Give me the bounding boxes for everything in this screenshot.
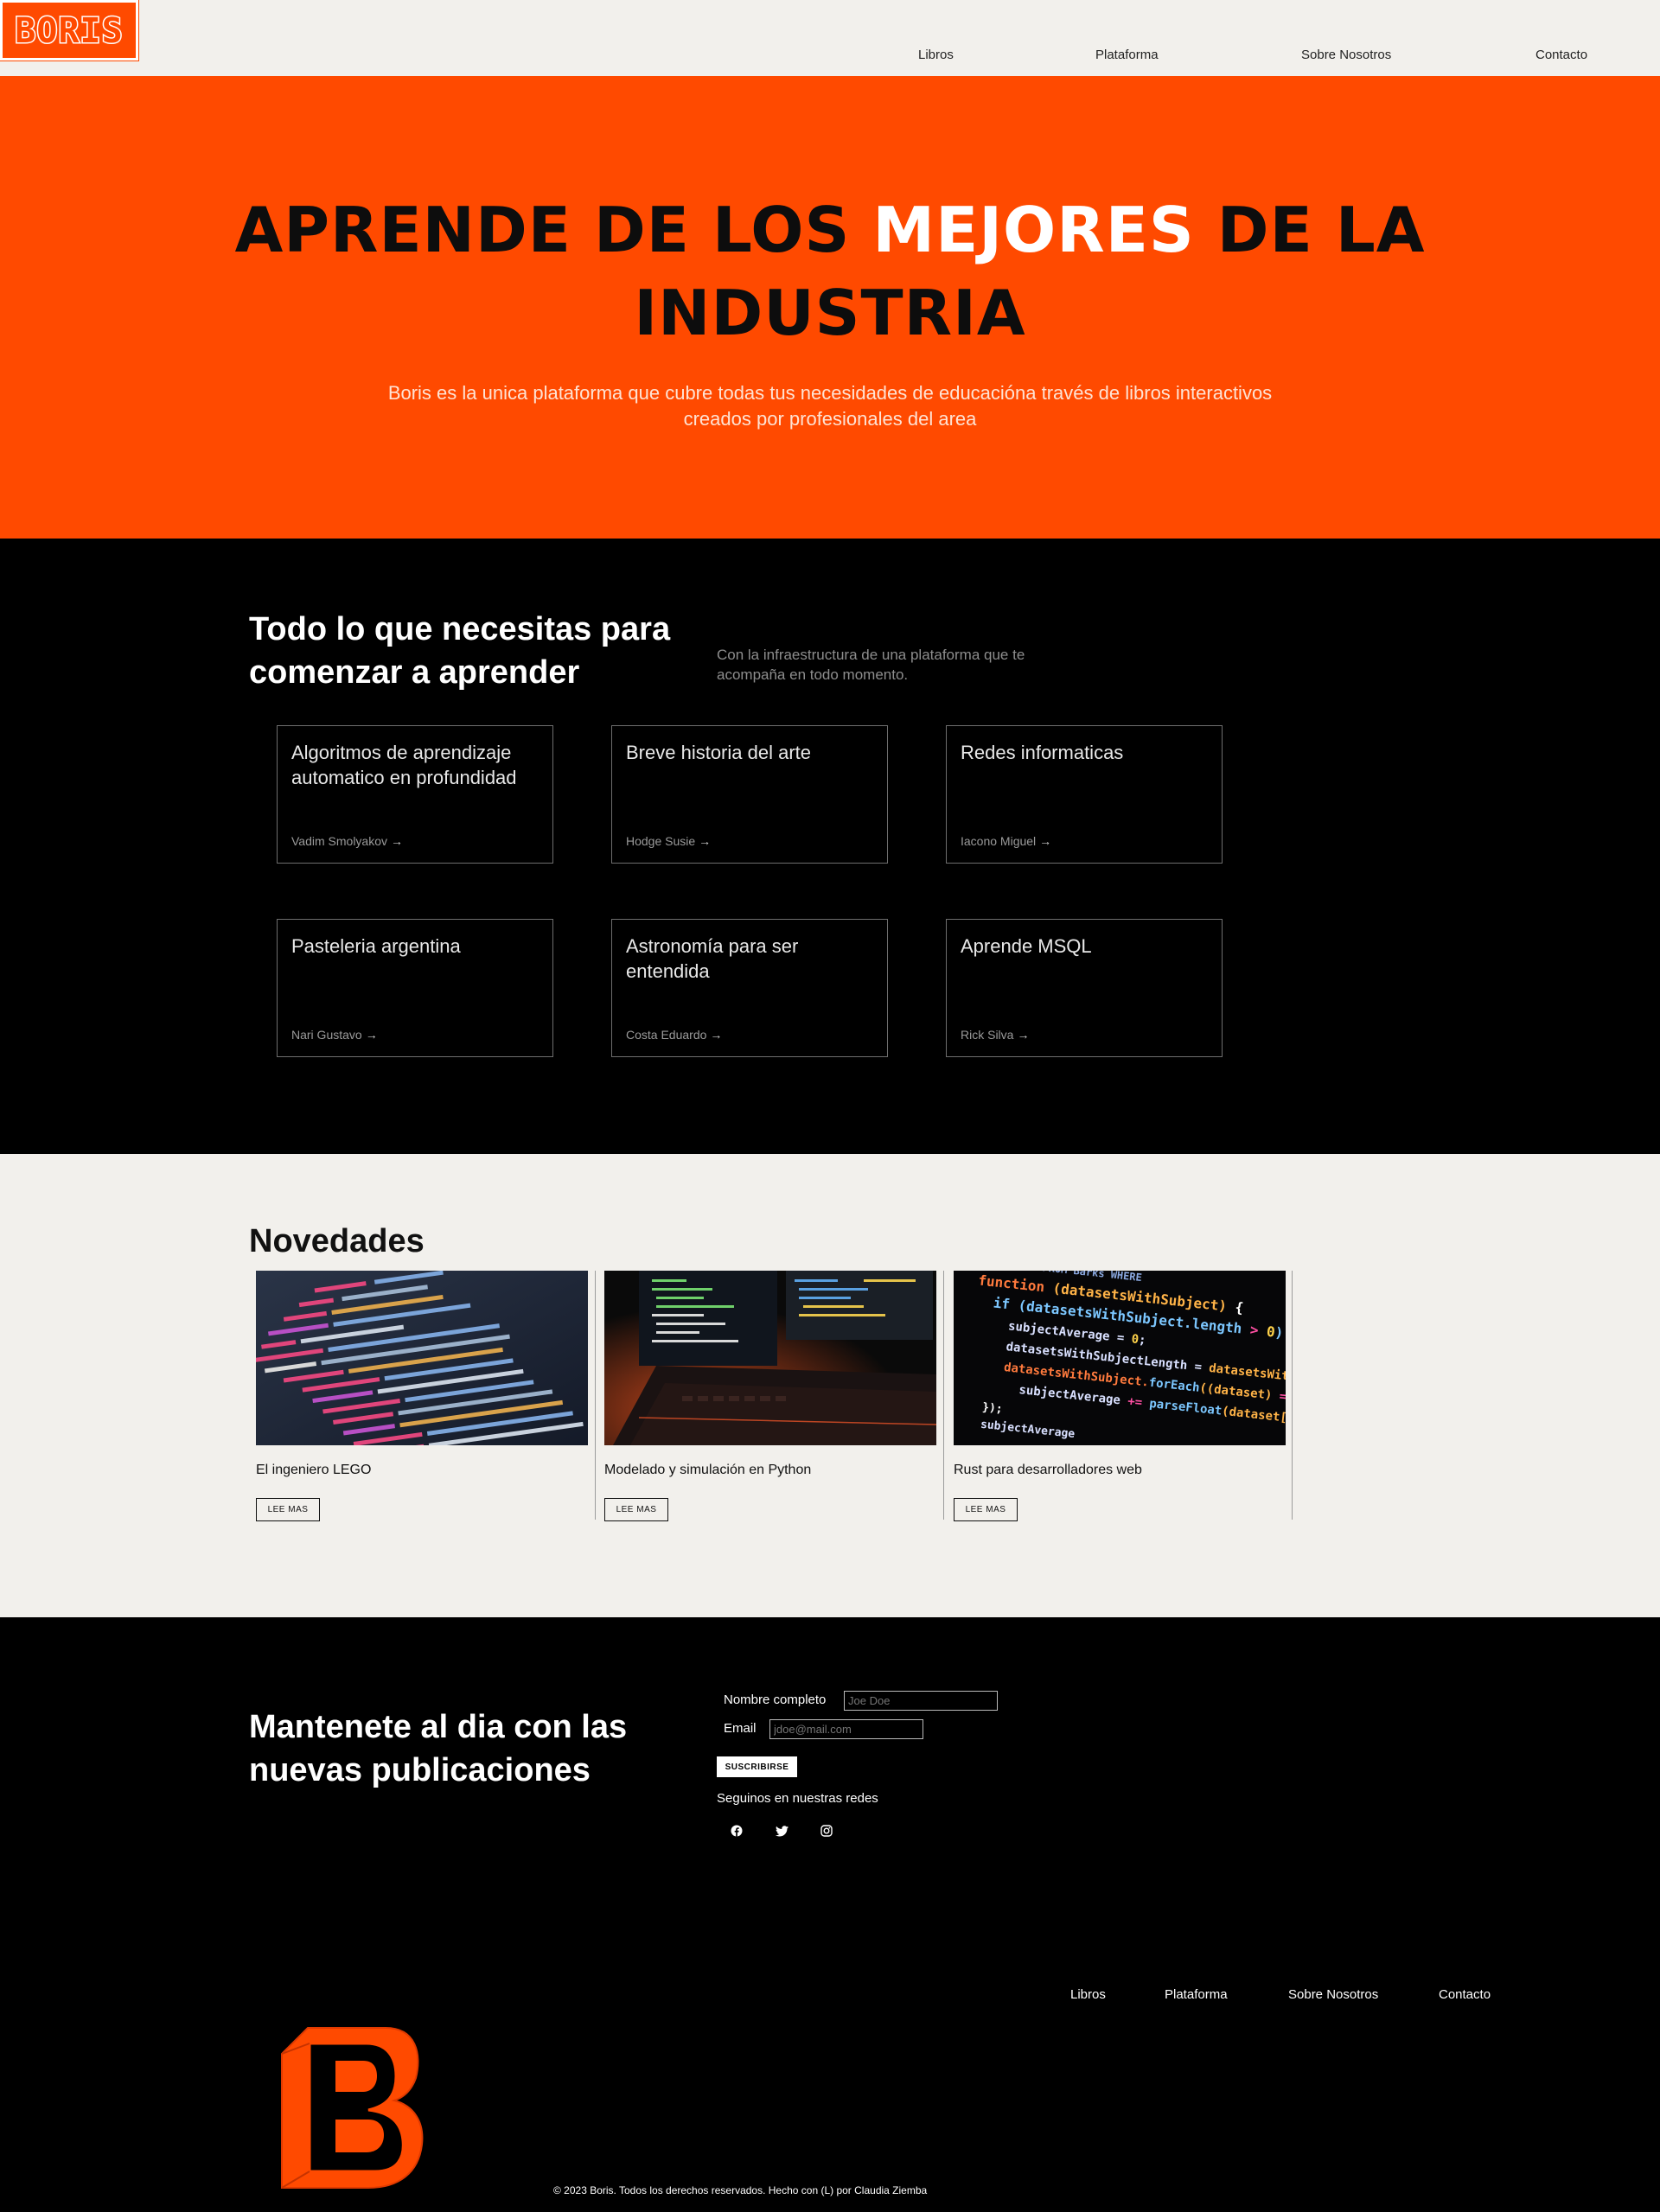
logo-text: BORIS — [15, 11, 123, 51]
news-card: Modelado y simulación en Python LEE MAS — [604, 1271, 936, 1521]
news-item-title: Rust para desarrolladores web — [954, 1463, 1142, 1477]
hero-subtitle-line2: creados por profesionales del area — [683, 408, 977, 430]
course-author: Costa Eduardo — [626, 1028, 707, 1042]
read-more-button[interactable]: LEE MAS — [604, 1498, 668, 1521]
news-title: Novedades — [249, 1223, 425, 1259]
arrow-right-icon: → — [699, 834, 712, 848]
footer-nav-contacto[interactable]: Contacto — [1439, 1987, 1491, 2002]
courses-section: Todo lo que necesitas para comenzar a ap… — [0, 539, 1660, 1154]
nav-sobre-nosotros[interactable]: Sobre Nosotros — [1301, 48, 1391, 62]
subscribe-title: Mantenete al dia con las nuevas publicac… — [249, 1709, 628, 1788]
nav-plataforma[interactable]: Plataforma — [1095, 48, 1159, 62]
hero-title-part1: APRENDE DE LOS — [234, 194, 873, 266]
name-input[interactable] — [844, 1691, 998, 1711]
course-title: Redes informaticas — [961, 742, 1124, 763]
read-more-button[interactable]: LEE MAS — [954, 1498, 1018, 1521]
hero-title-part2: DE LA — [1194, 194, 1426, 266]
name-label: Nombre completo — [724, 1692, 827, 1707]
news-divider — [595, 1271, 596, 1520]
courses-description: Con la infraestructura de una plataforma… — [717, 647, 1025, 683]
course-title: Astronomía para ser entendida — [626, 935, 799, 982]
subscribe-section: Mantenete al dia con las nuevas publicac… — [0, 1617, 1660, 2212]
course-author-link[interactable]: Nari Gustavo → — [291, 1028, 378, 1042]
course-card[interactable]: Breve historia del arte Hodge Susie → — [611, 725, 888, 864]
course-author: Vadim Smolyakov — [291, 834, 388, 848]
course-card[interactable]: Aprende MSQL Rick Silva → — [946, 919, 1223, 1057]
arrow-right-icon: → — [1039, 834, 1052, 848]
colorful-code-photo: "SELECT * FROM Barks WHERE function (dat… — [954, 1271, 1286, 1445]
email-input[interactable] — [769, 1719, 923, 1739]
course-author-link[interactable]: Costa Eduardo → — [626, 1028, 722, 1042]
course-title: Algoritmos de aprendizaje automatico en … — [291, 742, 517, 788]
brand-logo[interactable]: BORIS — [0, 0, 139, 61]
facebook-icon[interactable] — [726, 1820, 747, 1841]
news-item-title: Modelado y simulación en Python — [604, 1463, 812, 1477]
course-author: Iacono Miguel — [961, 834, 1037, 848]
news-image-colorful-code[interactable]: "SELECT * FROM Barks WHERE function (dat… — [954, 1271, 1286, 1445]
course-author-link[interactable]: Rick Silva → — [961, 1028, 1029, 1042]
news-card: "SELECT * FROM Barks WHERE function (dat… — [954, 1271, 1286, 1521]
news-divider — [1292, 1271, 1293, 1520]
email-label: Email — [724, 1721, 757, 1736]
hero-title-highlight: MEJORES — [872, 194, 1195, 266]
hero-title-line2: INDUSTRIA — [634, 277, 1026, 349]
follow-label: Seguinos en nuestras redes — [717, 1791, 878, 1806]
footer-nav-plataforma[interactable]: Plataforma — [1165, 1987, 1228, 2002]
copyright-text: © 2023 Boris. Todos los derechos reserva… — [553, 2184, 928, 2196]
read-more-button[interactable]: LEE MAS — [256, 1498, 320, 1521]
news-card: El ingeniero LEGO LEE MAS — [256, 1271, 588, 1521]
code-screen-photo — [256, 1271, 588, 1445]
course-card[interactable]: Algoritmos de aprendizaje automatico en … — [277, 725, 553, 864]
arrow-right-icon: → — [1017, 1028, 1030, 1042]
arrow-right-icon: → — [391, 834, 404, 848]
arrow-right-icon: → — [710, 1028, 723, 1042]
boris-b-logo-icon — [281, 2027, 424, 2189]
hero-section: APRENDE DE LOS MEJORES DE LA INDUSTRIA B… — [0, 76, 1660, 539]
hero-subtitle: Boris es la unica plataforma que cubre t… — [346, 380, 1314, 432]
site-header: BORIS Libros Plataforma Sobre Nosotros C… — [0, 0, 1660, 76]
news-image-laptop[interactable] — [604, 1271, 936, 1445]
footer-nav-libros[interactable]: Libros — [1070, 1987, 1106, 2002]
course-title: Aprende MSQL — [961, 935, 1092, 957]
course-card[interactable]: Astronomía para ser entendida Costa Edua… — [611, 919, 888, 1057]
news-image-code[interactable] — [256, 1271, 588, 1445]
course-title: Breve historia del arte — [626, 742, 811, 763]
news-divider — [943, 1271, 944, 1520]
course-author: Hodge Susie — [626, 834, 696, 848]
twitter-icon[interactable] — [771, 1820, 792, 1841]
news-section: Novedades El ingeniero LEGO LEE MAS Mode… — [0, 1154, 1660, 1617]
course-author-link[interactable]: Iacono Miguel → — [961, 834, 1051, 848]
course-title: Pasteleria argentina — [291, 935, 461, 957]
arrow-right-icon: → — [365, 1028, 378, 1042]
courses-title: Todo lo que necesitas para comenzar a ap… — [249, 611, 671, 691]
course-author: Rick Silva — [961, 1028, 1014, 1042]
laptop-code-photo — [604, 1271, 936, 1445]
svg-text:});: }); — [981, 1401, 1003, 1416]
course-card[interactable]: Pasteleria argentina Nari Gustavo → — [277, 919, 553, 1057]
footer-logo[interactable] — [273, 2019, 433, 2196]
hero-subtitle-line1: Boris es la unica plataforma que cubre t… — [387, 382, 1273, 404]
boris-logo-icon: BORIS — [4, 6, 134, 54]
course-author: Nari Gustavo — [291, 1028, 362, 1042]
course-author-link[interactable]: Vadim Smolyakov → — [291, 834, 403, 848]
instagram-icon[interactable] — [816, 1820, 837, 1841]
nav-contacto[interactable]: Contacto — [1536, 48, 1587, 62]
news-item-title: El ingeniero LEGO — [256, 1463, 372, 1477]
footer-nav-sobre-nosotros[interactable]: Sobre Nosotros — [1288, 1987, 1378, 2002]
course-card[interactable]: Redes informaticas Iacono Miguel → — [946, 725, 1223, 864]
subscribe-button[interactable]: SUSCRIBIRSE — [717, 1756, 797, 1777]
hero-title: APRENDE DE LOS MEJORES DE LA INDUSTRIA — [0, 188, 1660, 354]
course-author-link[interactable]: Hodge Susie → — [626, 834, 711, 848]
nav-libros[interactable]: Libros — [918, 48, 954, 62]
